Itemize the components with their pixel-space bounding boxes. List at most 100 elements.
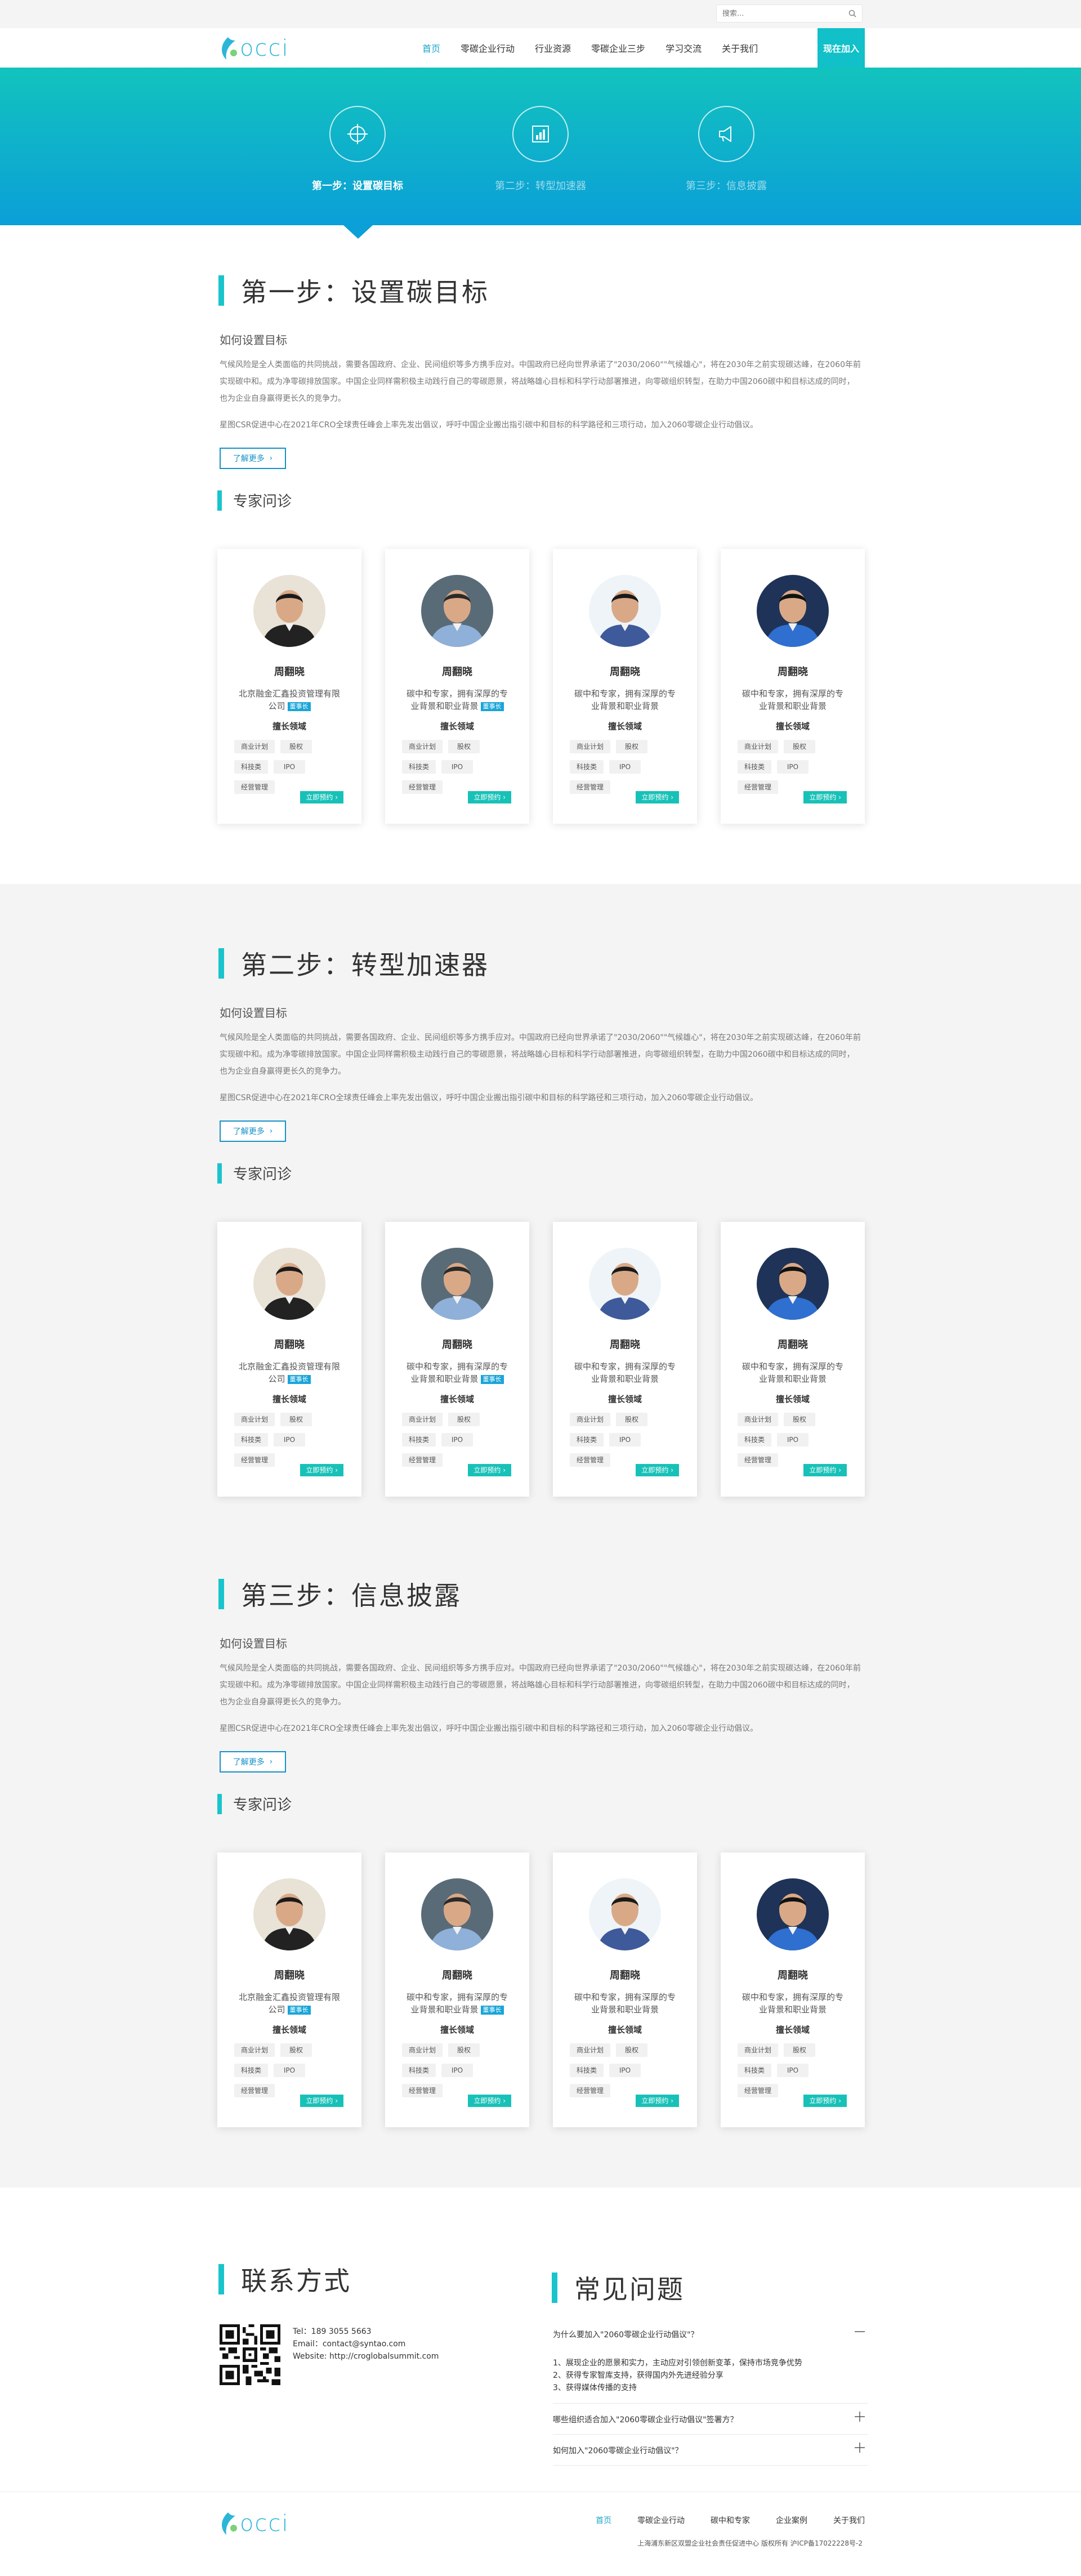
minus-icon[interactable] [854,2325,866,2338]
logo-text: occi [240,2511,289,2537]
plus-icon[interactable] [854,2410,866,2423]
search-icon[interactable] [848,10,856,17]
book-label: 立即预约 [641,793,669,801]
expert-name: 周翻晓 [274,666,305,678]
expertise-tag: 经营管理 [234,1453,275,1467]
footer-link[interactable]: 企业案例 [776,2515,807,2526]
plus-icon[interactable] [854,2441,866,2454]
book-now-button[interactable]: 立即预约 › [803,1464,847,1476]
book-now-button[interactable]: 立即预约 › [468,1464,511,1476]
experts-heading: 专家问诊 [217,1793,292,1814]
learn-more-button[interactable]: 了解更多 › [220,1751,286,1773]
search-input[interactable] [722,9,848,18]
expertise-tag: 科技类 [402,760,436,774]
faq-item[interactable]: 如何加入"2060零碳企业行动倡议"？ [553,2435,868,2466]
nav-item[interactable]: 行业资源 [525,28,581,68]
expertise-tag: IPO [441,1433,474,1447]
expertise-tag: IPO [274,760,306,774]
chevron-right-icon: › [269,1127,273,1136]
faq-question[interactable]: 为什么要加入"2060零碳企业行动倡议"？ [553,2329,868,2340]
contact-website[interactable]: Website: http://croglobalsummit.com [293,2350,439,2363]
expert-card: 周翻晓 北京融金汇鑫投资管理有限公司 董事长 擅长领域 商业计划 股权 科技类 IPO 经营管理… [217,1222,361,1497]
expertise-label: 擅长领域 [775,721,810,731]
expertise-tag: 股权 [280,2043,312,2057]
leaf-logo-icon [222,37,237,60]
book-now-button[interactable]: 立即预约 › [636,1464,679,1476]
learn-more-button[interactable]: 了解更多 › [220,1120,286,1142]
learn-more-label: 了解更多 [233,1758,265,1767]
expertise-tags: 商业计划 股权 科技类 IPO 经营管理 [570,740,680,794]
book-now-button[interactable]: 立即预约 › [300,1464,343,1476]
expertise-tags: 商业计划 股权 科技类 IPO 经营管理 [570,2043,680,2097]
expert-description: 碳中和专家，拥有深厚的专业背景和职业背景 [740,687,846,712]
heading-accent-bar [218,948,224,979]
crosshair-icon [329,106,386,162]
book-now-button[interactable]: 立即预约 › [468,791,511,803]
chevron-right-icon: › [503,2097,506,2105]
book-now-button[interactable]: 立即预约 › [636,791,679,803]
faq-question[interactable]: 哪些组织适合加入"2060零碳企业行动倡议"签署方？ [553,2414,868,2425]
search-box[interactable] [716,5,863,23]
expert-desc-text: 碳中和专家，拥有深厚的专业背景和职业背景 [741,1992,843,2015]
expertise-tags: 商业计划 股权 科技类 IPO 经营管理 [402,1413,512,1467]
book-label: 立即预约 [306,1466,333,1474]
faq-item[interactable]: 为什么要加入"2060零碳企业行动倡议"？ 1、展现企业的愿景和实力，主动应对引领… [553,2319,868,2404]
footer-logo[interactable]: occi [218,2511,289,2537]
faq-question[interactable]: 如何加入"2060零碳企业行动倡议"？ [553,2445,868,2456]
join-now-button[interactable]: 现在加入 [818,28,865,68]
book-now-button[interactable]: 立即预约 › [803,791,847,803]
title-badge: 董事长 [480,702,504,711]
expertise-tags: 商业计划 股权 科技类 IPO 经营管理 [738,2043,848,2097]
book-label: 立即预约 [641,2097,669,2105]
expertise-tag: IPO [441,2064,474,2077]
footer-link[interactable]: 关于我们 [833,2515,865,2526]
nav-item[interactable]: 零碳企业三步 [581,28,655,68]
chevron-right-icon: › [269,454,273,463]
expertise-tag: 科技类 [402,2064,436,2077]
book-now-button[interactable]: 立即预约 › [300,2095,343,2107]
expertise-tag: 股权 [784,2043,816,2057]
nav-item[interactable]: 关于我们 [712,28,768,68]
expertise-tag: 科技类 [234,2064,269,2077]
expertise-tag: 经营管理 [402,1453,443,1467]
book-label: 立即预约 [641,1466,669,1474]
expertise-tag: 经营管理 [570,2084,611,2097]
expertise-tag: 经营管理 [570,780,611,794]
contact-email[interactable]: Email：contact@syntao.com [293,2338,439,2350]
footer-link[interactable]: 零碳企业行动 [637,2515,685,2526]
book-now-button[interactable]: 立即预约 › [636,2095,679,2107]
title-badge: 董事长 [287,702,311,711]
nav-item[interactable]: 学习交流 [655,28,712,68]
expertise-tag: 商业计划 [234,740,275,753]
step-tab-1[interactable]: 第一步：设置碳目标 [296,106,419,193]
main-nav: occi 首页 零碳企业行动 行业资源 零碳企业三步 学习交流 关于我们 现在加入 [0,28,1081,68]
expertise-tag: IPO [609,760,641,774]
site-logo[interactable]: occi [218,35,289,61]
learn-more-button[interactable]: 了解更多 › [220,448,286,469]
title-badge: 董事长 [287,2005,311,2015]
avatar [421,575,493,647]
faq-item[interactable]: 哪些组织适合加入"2060零碳企业行动倡议"签署方？ [553,2404,868,2435]
nav-item[interactable]: 首页 [412,28,450,68]
step-tab-3[interactable]: 第三步：信息披露 [664,106,788,193]
expertise-tag: 科技类 [234,1433,269,1447]
expert-name: 周翻晓 [274,1339,305,1351]
step-tab-2[interactable]: 第二步：转型加速器 [479,106,602,193]
heading-accent-bar [218,2264,224,2294]
footer-copyright: 上海浦东新区双盟企业社会责任促进中心 版权所有 沪ICP备17022228号-2 [637,2539,863,2547]
book-now-button[interactable]: 立即预约 › [803,2095,847,2107]
book-now-button[interactable]: 立即预约 › [468,2095,511,2107]
experts-heading: 专家问诊 [217,490,292,511]
expert-cards: 周翻晓 北京融金汇鑫投资管理有限公司 董事长 擅长领域 商业计划 股权 科技类 IPO 经营管理… [217,1852,865,2127]
footer-link[interactable]: 碳中和专家 [711,2515,750,2526]
footer-link[interactable]: 首页 [596,2515,611,2526]
section-paragraph: 气候风险是全人类面临的共同挑战，需要各国政府、企业、民间组织等多方携手应对。中国… [220,1664,861,1707]
expert-card: 周翻晓 碳中和专家，拥有深厚的专业背景和职业背景 擅长领域 商业计划 股权 科技类 IPO 经… [721,1222,865,1497]
nav-item[interactable]: 零碳企业行动 [450,28,525,68]
faq-answer-line: 3、获得媒体传播的支持 [553,2383,637,2392]
expertise-tag: 科技类 [738,2064,772,2077]
expert-description: 北京融金汇鑫投资管理有限公司 董事长 [236,1360,342,1385]
expertise-tag: 科技类 [570,2064,604,2077]
contact-heading: 联系方式 [218,2261,351,2298]
book-now-button[interactable]: 立即预约 › [300,791,343,803]
